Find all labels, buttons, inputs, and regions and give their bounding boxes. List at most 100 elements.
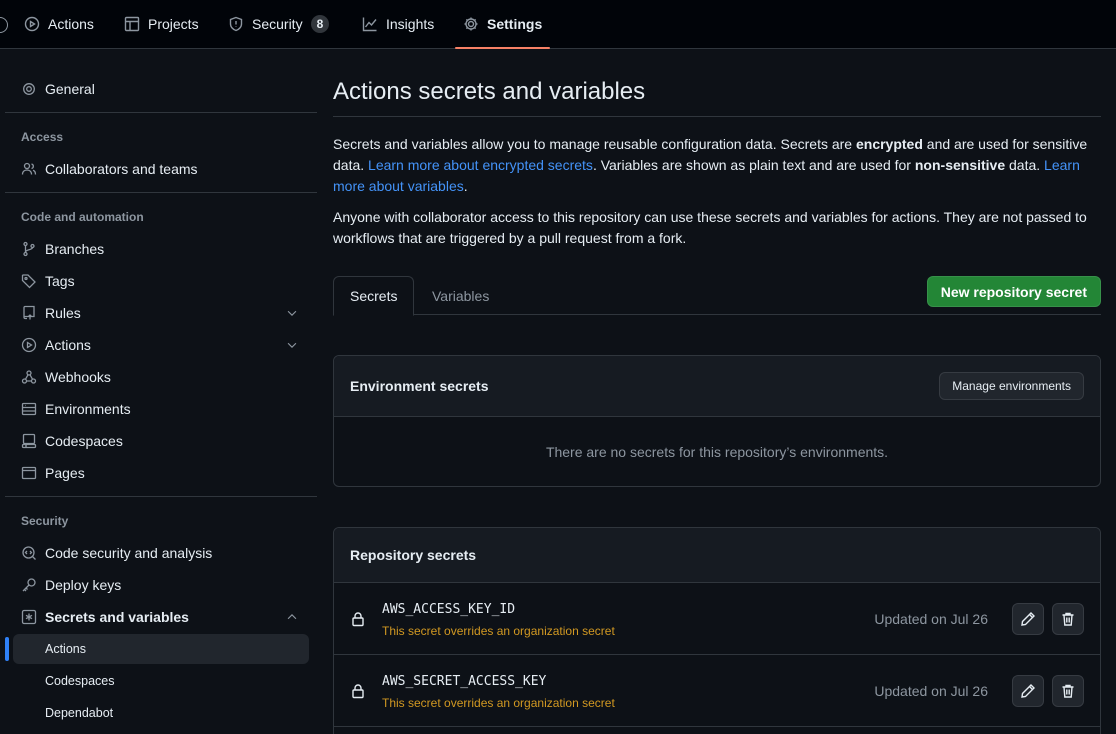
repository-secrets-title: Repository secrets [350, 547, 477, 563]
tab-label: Insights [386, 16, 435, 32]
sidebar-item-label: Pages [45, 465, 85, 481]
trash-icon [1062, 612, 1074, 626]
repository-secrets-box: Repository secrets AWS_ACCESS_KEY_ID Thi… [333, 527, 1101, 734]
sidebar-item-general[interactable]: General [13, 73, 309, 105]
gear-icon [464, 17, 478, 31]
repo-nav: Actions Projects Security 8 Insights Set… [0, 0, 1116, 49]
sidebar-item-branches[interactable]: Branches [13, 233, 309, 265]
sidebar-item-collaborators[interactable]: Collaborators and teams [13, 153, 309, 185]
sidebar-subitem-codespaces[interactable]: Codespaces [13, 666, 309, 696]
webhook-icon [21, 370, 37, 384]
divider [5, 496, 317, 497]
sidebar-item-label: Tags [45, 273, 75, 289]
secret-override-note: This secret overrides an organization se… [382, 624, 615, 638]
tag-icon [21, 274, 36, 289]
environment-secrets-header: Environment secrets Manage environments [334, 356, 1100, 417]
secret-override-note: This secret overrides an organization se… [382, 696, 615, 710]
chevron-down-icon[interactable] [285, 338, 299, 352]
sidebar-item-secrets-variables[interactable]: Secrets and variables [13, 601, 309, 633]
page-title: Actions secrets and variables [333, 78, 646, 105]
sidebar-item-label: Webhooks [45, 369, 111, 385]
delete-secret-button[interactable] [1052, 675, 1084, 707]
section-heading-security: Security [21, 514, 69, 528]
divider [5, 192, 317, 193]
sidebar-item-label: Environments [45, 401, 131, 417]
lock-icon [350, 683, 366, 699]
browser-icon [21, 466, 37, 480]
settings-sidebar: General Access Collaborators and teams C… [0, 49, 318, 734]
section-heading-code-automation: Code and automation [21, 210, 144, 224]
edit-secret-button[interactable] [1012, 675, 1044, 707]
tab-settings[interactable]: Settings [455, 0, 551, 49]
section-heading-access: Access [21, 130, 64, 144]
table-icon [124, 16, 140, 32]
server-icon [21, 402, 37, 416]
lock-icon [350, 611, 366, 627]
play-icon [24, 16, 40, 32]
sidebar-item-label: Code security and analysis [45, 545, 213, 561]
repository-secrets-header: Repository secrets [334, 528, 1100, 583]
sidebar-item-actions[interactable]: Actions [13, 329, 309, 361]
sidebar-item-label: Branches [45, 241, 105, 257]
environment-secrets-box: Environment secrets Manage environments … [333, 355, 1101, 487]
secret-updated-date: Updated on Jul 26 [874, 683, 988, 699]
tab-label: Actions [48, 16, 94, 32]
sidebar-item-label: Secrets and variables [45, 609, 189, 625]
codespaces-icon [21, 433, 37, 449]
sidebar-item-label: Codespaces [45, 433, 123, 449]
intro-text: . Variables are shown as plain text and … [592, 157, 915, 173]
secret-row: AWS_ACCESS_KEY_ID This secret overrides … [334, 583, 1100, 655]
secret-name: AWS_ACCESS_KEY_ID [382, 602, 516, 617]
environment-secrets-title: Environment secrets [350, 378, 489, 394]
shield-icon [229, 16, 243, 32]
sidebar-item-label: Collaborators and teams [45, 161, 198, 177]
pencil-icon [1021, 612, 1035, 626]
tab-secrets[interactable]: Secrets [333, 276, 415, 316]
sidebar-item-label: Rules [45, 305, 81, 321]
sidebar-subitem-actions[interactable]: Actions [13, 634, 309, 664]
manage-environments-button[interactable]: Manage environments [939, 372, 1084, 400]
trash-icon [1062, 684, 1074, 698]
secret-updated-date: Updated on Jul 26 [874, 611, 988, 627]
tab-actions[interactable]: Actions [16, 0, 102, 48]
sidebar-item-codespaces[interactable]: Codespaces [13, 425, 309, 457]
intro-emphasis: encrypted [855, 136, 923, 152]
sidebar-subitem-dependabot[interactable]: Dependabot [13, 698, 309, 728]
sidebar-item-pages[interactable]: Pages [13, 457, 309, 489]
code-icon[interactable] [0, 17, 8, 33]
intro-paragraph: Secrets and variables allow you to manag… [333, 134, 1101, 197]
tab-insights[interactable]: Insights [354, 0, 442, 48]
sidebar-item-label: Deploy keys [45, 577, 122, 593]
delete-secret-button[interactable] [1052, 603, 1084, 635]
sidebar-item-label: General [45, 81, 95, 97]
selected-indicator [5, 637, 9, 661]
intro-text: . [463, 178, 468, 194]
intro-text: data. [1005, 157, 1045, 173]
tab-projects[interactable]: Projects [116, 0, 207, 48]
key-asterisk-icon [21, 609, 37, 625]
tab-security[interactable]: Security 8 [220, 0, 337, 48]
secret-row: AWS_SECRET_ACCESS_KEY This secret overri… [334, 655, 1100, 727]
edit-secret-button[interactable] [1012, 603, 1044, 635]
people-icon [21, 162, 37, 175]
divider [5, 112, 317, 113]
sidebar-item-code-security[interactable]: Code security and analysis [13, 537, 309, 569]
new-repository-secret-button[interactable]: New repository secret [926, 276, 1101, 307]
tab-label: Projects [148, 16, 199, 32]
codescan-icon [22, 546, 36, 560]
tab-variables[interactable]: Variables [416, 276, 505, 315]
play-icon [21, 337, 37, 353]
security-count-badge: 8 [310, 15, 330, 33]
repo-push-icon [23, 305, 35, 320]
sidebar-item-webhooks[interactable]: Webhooks [13, 361, 309, 393]
encrypted-secrets-link[interactable]: Learn more about encrypted secrets [368, 157, 593, 173]
intro-emphasis: non-sensitive [914, 157, 1006, 173]
sidebar-item-rules[interactable]: Rules [13, 297, 309, 329]
sidebar-item-tags[interactable]: Tags [13, 265, 309, 297]
sidebar-item-deploy-keys[interactable]: Deploy keys [13, 569, 309, 601]
chevron-down-icon[interactable] [285, 306, 299, 320]
sidebar-item-environments[interactable]: Environments [13, 393, 309, 425]
chevron-up-icon[interactable] [285, 610, 299, 624]
gear-icon [23, 83, 35, 95]
tab-label: Settings [487, 16, 543, 32]
